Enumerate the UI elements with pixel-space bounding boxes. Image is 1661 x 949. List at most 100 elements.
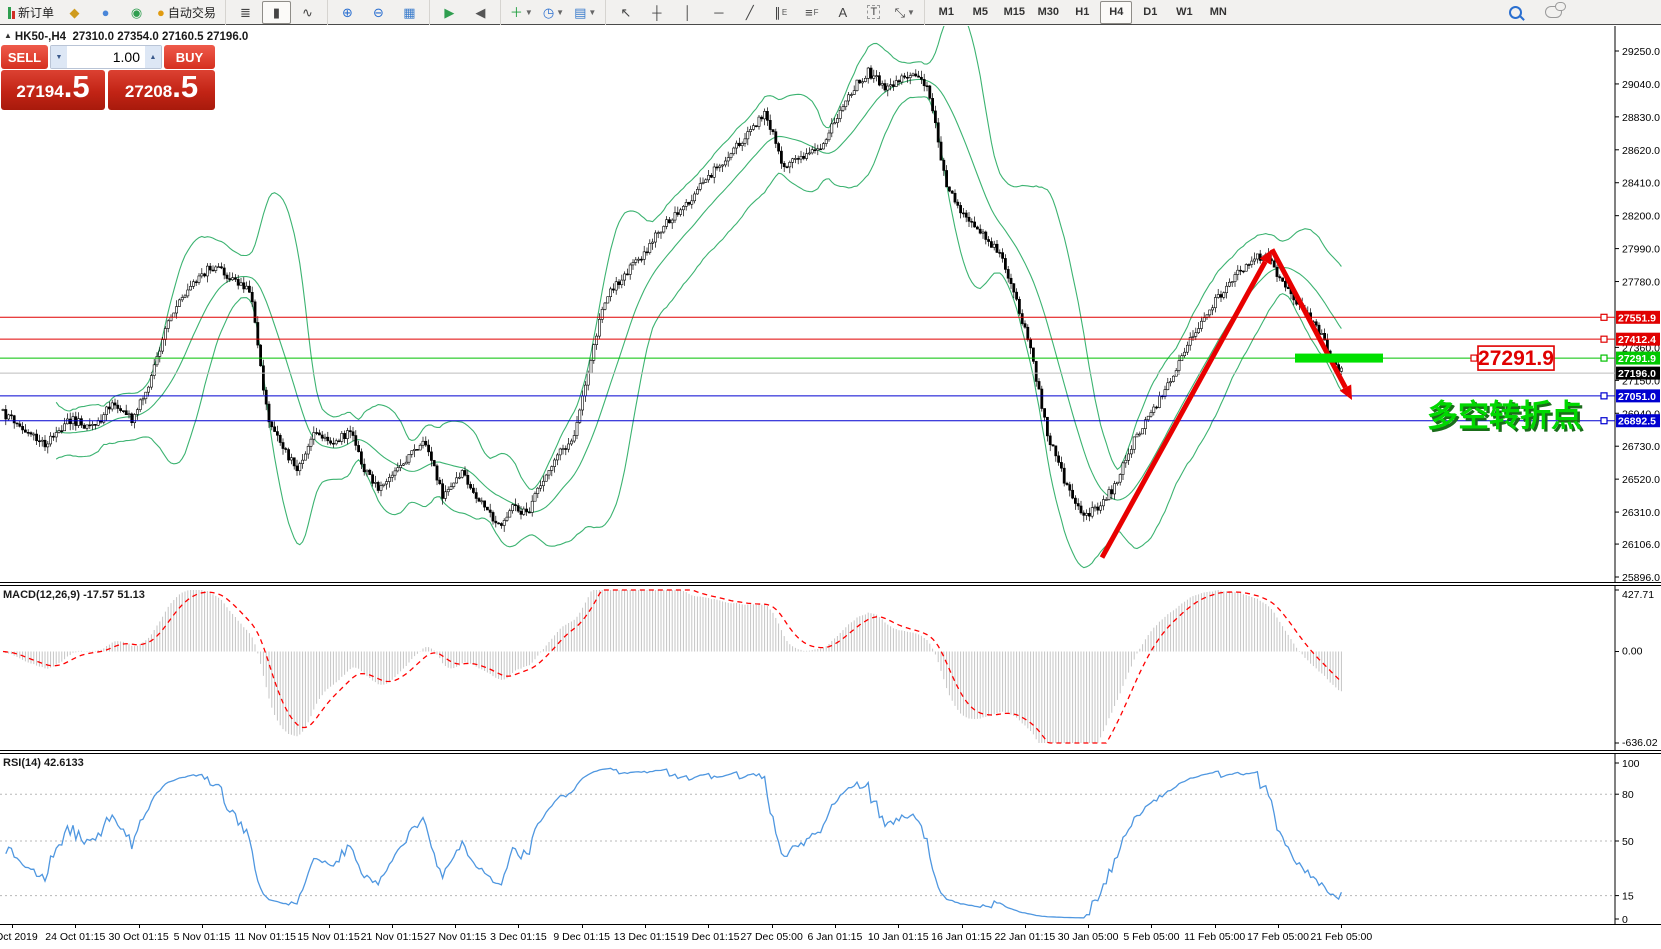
price-callout-text: 27291.9 (1478, 347, 1554, 370)
time-tick-label: 6 Jan 01:15 (807, 931, 862, 943)
time-tick-label: 11 Nov 01:15 (234, 931, 296, 943)
buy-button[interactable]: BUY (164, 45, 215, 69)
rsi-tick-label: 100 (1622, 758, 1640, 770)
candlestick-chart-button[interactable]: ▮ (262, 1, 291, 24)
time-tick (772, 925, 773, 928)
autotrading-button[interactable]: ●自动交易 (153, 1, 220, 24)
chevron-down-icon: ▼ (525, 8, 533, 17)
zoom-out-icon: ⊖ (373, 6, 384, 19)
time-tick-label: 24 Oct 01:15 (45, 931, 105, 943)
timeframe-m5[interactable]: M5 (964, 1, 996, 24)
new-objects-group: ＋▼◷▼▤▼ (500, 0, 601, 25)
rsi-tick-label: 15 (1622, 891, 1634, 903)
template-icon: ▤ (574, 6, 586, 19)
support-highlight-bar[interactable] (1295, 354, 1383, 363)
chat-icon (1545, 6, 1562, 18)
volume-up-button[interactable]: ▲ (145, 46, 161, 68)
price-line-badge-text: 27412.4 (1618, 334, 1656, 346)
community-icon: ● (102, 6, 110, 19)
ohlc-values: 27310.0 27354.0 27160.5 27196.0 (72, 31, 248, 43)
main-chart-pane[interactable]: 29250.029040.028830.028620.028410.028200… (0, 26, 1661, 582)
chart-shift-button[interactable]: ◀ (466, 1, 495, 24)
time-tick-label: 16 Jan 01:15 (931, 931, 992, 943)
chevron-down-icon: ▼ (588, 8, 596, 17)
time-axis[interactable]: 8 Oct 201924 Oct 01:1530 Oct 01:155 Nov … (0, 924, 1661, 949)
vertical-line-button[interactable]: │ (673, 1, 702, 24)
period-button[interactable]: ◷▼ (539, 1, 568, 24)
volume-input[interactable]: 1.00 (67, 46, 145, 68)
timeframe-w1[interactable]: W1 (1168, 1, 1200, 24)
template-button[interactable]: ▤▼ (570, 1, 600, 24)
timeframe-m1[interactable]: M1 (930, 1, 962, 24)
macd-label: MACD(12,26,9) -17.57 51.13 (3, 589, 145, 601)
macd-pane[interactable]: 427.710.00-636.02 (0, 586, 1661, 750)
time-tick-label: 15 Nov 01:15 (297, 931, 359, 943)
arrows-icon: ⤡ (895, 6, 905, 19)
line-handle-marker[interactable] (1601, 336, 1607, 342)
line-handle-marker[interactable] (1601, 314, 1607, 320)
price-tick-label: 28620.0 (1622, 145, 1660, 157)
line-handle-marker[interactable] (1601, 418, 1607, 424)
community-button[interactable]: ● (91, 1, 120, 24)
channel-button[interactable]: ∥E (766, 1, 795, 24)
macd-values: -17.57 51.13 (83, 589, 145, 601)
scroll-group: ▶◀ (429, 0, 496, 25)
chat-button[interactable] (1539, 1, 1568, 24)
timeframe-mn[interactable]: MN (1202, 1, 1234, 24)
chart-type-group: ≣▮ ∿ (225, 0, 323, 25)
cursor-button[interactable]: ↖ (611, 1, 640, 24)
text-label-icon: T (867, 5, 880, 19)
volume-down-button[interactable]: ▼ (51, 46, 67, 68)
timeframe-d1[interactable]: D1 (1134, 1, 1166, 24)
time-tick (518, 925, 519, 928)
time-tick-label: 10 Jan 01:15 (868, 931, 929, 943)
time-tick (708, 925, 709, 928)
signals-button[interactable]: ◉ (122, 1, 151, 24)
price-tick-label: 26730.0 (1622, 441, 1660, 453)
line-chart-icon: ∿ (302, 6, 313, 19)
new-chart-button[interactable]: ＋▼ (506, 1, 537, 24)
autotrading-icon: ● (157, 6, 165, 19)
search-button[interactable] (1501, 1, 1530, 24)
rsi-tick-label: 80 (1622, 789, 1634, 801)
buy-price-main: 27208 (125, 82, 172, 102)
autotrading-button-label: 自动交易 (168, 4, 216, 21)
timeframe-h4[interactable]: H4 (1100, 1, 1132, 24)
sell-button[interactable]: SELL (1, 45, 48, 69)
timeframe-h1[interactable]: H1 (1066, 1, 1098, 24)
gold-trading-button[interactable]: ◆ (60, 1, 89, 24)
text-button[interactable]: A (828, 1, 857, 24)
zoom-out-button[interactable]: ⊖ (364, 1, 393, 24)
turning-point-label[interactable]: 多空转折点 (1427, 398, 1582, 433)
channel-icon: ∥ (774, 6, 781, 19)
auto-scroll-button[interactable]: ▶ (435, 1, 464, 24)
sell-price-panel[interactable]: 27194.5 (1, 70, 105, 110)
line-handle-marker[interactable] (1601, 355, 1607, 361)
collapse-arrow-icon[interactable]: ▲ (4, 31, 12, 40)
line-handle-marker[interactable] (1601, 393, 1607, 399)
arrows-button[interactable]: ⤡▼ (890, 1, 919, 24)
timeframe-m15[interactable]: M15 (998, 1, 1030, 24)
horizontal-line-button[interactable]: ─ (704, 1, 733, 24)
time-tick-label: 19 Dec 01:15 (677, 931, 739, 943)
time-tick-label: 3 Dec 01:15 (490, 931, 547, 943)
mt4-window: 新订单◆●◉●自动交易≣▮∿⊕⊖▦▶◀＋▼◷▼▤▼↖┼│─╱∥E≡FAT⤡▼M1… (0, 0, 1661, 949)
rsi-pane[interactable]: 1008050150 (0, 754, 1661, 924)
new-chart-icon: ＋ (510, 6, 523, 19)
fibonacci-button[interactable]: ≡F (797, 1, 826, 24)
timeframe-m30[interactable]: M30 (1032, 1, 1064, 24)
text-label-button[interactable]: T (859, 1, 888, 24)
zoom-in-button[interactable]: ⊕ (333, 1, 362, 24)
buy-price-panel[interactable]: 27208.5 (108, 70, 215, 110)
tile-windows-button[interactable]: ▦ (395, 1, 424, 24)
time-tick-label: 8 Oct 2019 (0, 931, 38, 943)
crosshair-button[interactable]: ┼ (642, 1, 671, 24)
line-chart-button[interactable]: ∿ (293, 1, 322, 24)
price-line-badge-text: 27051.0 (1618, 391, 1656, 403)
bar-chart-button[interactable]: ≣ (231, 1, 260, 24)
trendline-button[interactable]: ╱ (735, 1, 764, 24)
new-order-button[interactable]: 新订单 (4, 1, 58, 24)
time-tick (1088, 925, 1089, 928)
timeframe-group: M1M5M15M30H1H4D1W1MN (924, 0, 1235, 25)
line-studies-group: ↖┼│─╱∥E≡FAT ⤡▼ (605, 0, 920, 25)
